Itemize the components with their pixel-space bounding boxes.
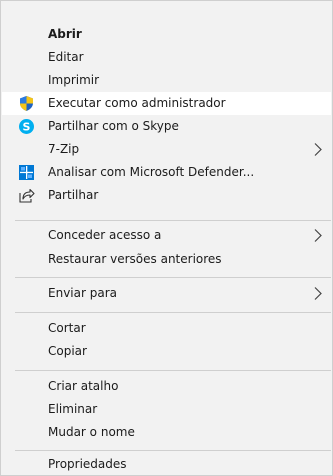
skype-icon: S (18, 118, 35, 135)
chevron-right-icon (313, 142, 323, 157)
menu-item-defender-label: Analisar com Microsoft Defender... (48, 165, 255, 179)
menu-item-create-shortcut[interactable]: Criar atalho (2, 375, 331, 398)
menu-item-run-as-admin-label: Executar como administrador (48, 96, 226, 110)
menu-item-create-shortcut-label: Criar atalho (48, 379, 119, 393)
menu-item-cut[interactable]: Cortar (2, 317, 331, 340)
menu-item-rename-label: Mudar o nome (48, 425, 135, 439)
menu-item-grant-access[interactable]: Conceder acesso a (2, 224, 331, 247)
menu-item-share[interactable]: Partilhar (2, 184, 331, 207)
uac-shield-icon (18, 95, 35, 112)
menu-item-restore-versions[interactable]: Restaurar versões anteriores (2, 248, 331, 271)
menu-item-share-skype-label: Partilhar com o Skype (48, 119, 179, 133)
menu-item-restore-versions-label: Restaurar versões anteriores (48, 252, 222, 266)
menu-item-properties[interactable]: Propriedades (2, 453, 331, 476)
menu-item-defender[interactable]: Analisar com Microsoft Defender... (2, 161, 331, 184)
menu-item-edit-label: Editar (48, 50, 84, 64)
menu-item-delete-label: Eliminar (48, 402, 98, 416)
separator (15, 370, 331, 371)
menu-item-run-as-admin[interactable]: Executar como administrador (2, 92, 331, 115)
menu-item-properties-label: Propriedades (48, 457, 127, 471)
separator (15, 450, 331, 451)
chevron-right-icon (313, 228, 323, 243)
separator (15, 312, 331, 313)
menu-item-send-to-label: Enviar para (48, 286, 117, 300)
separator (15, 277, 331, 278)
menu-item-copy-label: Copiar (48, 344, 87, 358)
menu-item-delete[interactable]: Eliminar (2, 398, 331, 421)
menu-item-7zip-label: 7-Zip (48, 142, 80, 156)
menu-item-open-label: Abrir (48, 27, 82, 41)
menu-item-rename[interactable]: Mudar o nome (2, 421, 331, 444)
separator (15, 220, 331, 221)
menu-item-send-to[interactable]: Enviar para (2, 282, 331, 305)
menu-item-7zip[interactable]: 7-Zip (2, 138, 331, 161)
menu-item-edit[interactable]: Editar (2, 46, 331, 69)
menu-item-share-skype[interactable]: S Partilhar com o Skype (2, 115, 331, 138)
defender-icon (18, 164, 35, 181)
menu-item-copy[interactable]: Copiar (2, 340, 331, 363)
context-menu: Abrir Editar Imprimir Executar como admi… (0, 0, 333, 476)
menu-item-print[interactable]: Imprimir (2, 69, 331, 92)
svg-text:S: S (23, 121, 31, 134)
menu-item-print-label: Imprimir (48, 73, 100, 87)
menu-item-open[interactable]: Abrir (2, 23, 331, 46)
menu-item-share-label: Partilhar (48, 188, 99, 202)
menu-item-cut-label: Cortar (48, 321, 86, 335)
menu-item-grant-access-label: Conceder acesso a (48, 228, 162, 242)
chevron-right-icon (313, 286, 323, 301)
share-icon (18, 187, 35, 204)
